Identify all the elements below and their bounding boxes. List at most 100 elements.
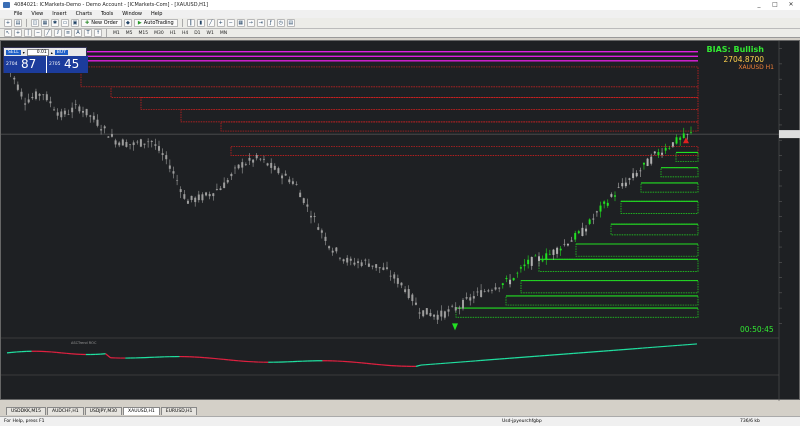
candle-body: [523, 264, 526, 267]
title-bar: 4084021: ICMarkets-Demo - Demo Account -…: [0, 0, 800, 10]
menu-help[interactable]: Help: [151, 11, 162, 17]
candle-body: [404, 289, 407, 292]
lot-up-icon[interactable]: ▴: [51, 50, 53, 55]
candle-body: [646, 158, 649, 166]
tab-eurusd-h1[interactable]: EURUSD,H1: [160, 407, 198, 415]
window-title: 4084021: ICMarkets-Demo - Demo Account -…: [14, 2, 209, 8]
menu-tools[interactable]: Tools: [101, 11, 113, 17]
zoom-out-icon[interactable]: −: [226, 19, 235, 27]
sell-button[interactable]: SELL: [6, 49, 21, 55]
fibonacci-icon[interactable]: ≡: [64, 29, 72, 37]
candle-body: [400, 282, 403, 286]
tab-xauusd-h1[interactable]: XAUUSD,H1: [123, 407, 160, 415]
templates-icon[interactable]: ▤: [286, 19, 295, 27]
status-traffic: 736/6 kb: [740, 419, 760, 424]
zoom-in-icon[interactable]: +: [216, 19, 225, 27]
candle-body: [255, 155, 258, 159]
candle-body: [158, 146, 160, 151]
candlestick-icon[interactable]: ▮: [196, 19, 205, 27]
tester-icon[interactable]: ▣: [71, 19, 79, 27]
status-help: For Help, press F1: [4, 419, 45, 424]
vertical-line-icon[interactable]: │: [24, 29, 32, 37]
timeframe-m15[interactable]: M15: [137, 31, 151, 36]
cursor-icon[interactable]: ↖: [4, 29, 12, 37]
trendline-icon[interactable]: ╱: [44, 29, 52, 37]
candle-body: [490, 290, 493, 291]
candle-body: [291, 181, 294, 184]
menu-insert[interactable]: Insert: [52, 11, 66, 17]
terminal-icon[interactable]: ▭: [61, 19, 69, 27]
candle-body: [530, 256, 533, 266]
close-button[interactable]: ✕: [784, 1, 798, 9]
arrow-icon[interactable]: ↑: [94, 29, 102, 37]
resistance-zone: [80, 66, 699, 88]
timeframe-m1[interactable]: M1: [111, 31, 122, 36]
candle-body: [244, 164, 247, 166]
candle-body: [71, 107, 74, 113]
candle-body: [205, 192, 208, 196]
autoscroll-icon[interactable]: →: [246, 19, 255, 27]
timeframe-h4[interactable]: H4: [180, 31, 190, 36]
buy-button[interactable]: BUY: [54, 49, 68, 55]
buy-price-box[interactable]: 2705 45: [46, 56, 88, 73]
tab-usdjpy-m30[interactable]: USDJPY,M30: [84, 407, 123, 415]
timeframe-h1[interactable]: H1: [168, 31, 178, 36]
sell-price-box[interactable]: 2704 87: [4, 56, 46, 73]
candle-body: [295, 184, 298, 185]
tab-usddkk-m15[interactable]: USDDKK,M15: [6, 407, 47, 415]
candle-body: [545, 253, 548, 260]
market-watch-icon[interactable]: ◫: [31, 19, 39, 27]
crosshair-icon[interactable]: +: [14, 29, 22, 37]
candle-body: [592, 218, 595, 220]
data-window-icon[interactable]: ▦: [41, 19, 49, 27]
candle-body: [302, 198, 305, 203]
candle-body: [208, 194, 211, 197]
profiles-icon[interactable]: ▤: [14, 19, 22, 27]
timeframe-m5[interactable]: M5: [124, 31, 135, 36]
new-order-button[interactable]: ✚ New Order: [81, 19, 122, 27]
tab-audchf-h1[interactable]: AUDCHF,H1: [47, 407, 84, 415]
horizontal-line-icon[interactable]: ─: [34, 29, 42, 37]
candle-body: [411, 294, 414, 302]
support-zone: [505, 295, 699, 306]
tile-icon[interactable]: ▦: [236, 19, 245, 27]
bar-chart-icon[interactable]: ┃: [186, 19, 195, 27]
lot-down-icon[interactable]: ▾: [23, 50, 25, 55]
navigator-icon[interactable]: ✱: [51, 19, 59, 27]
indicators-icon[interactable]: ƒ: [266, 19, 275, 27]
candle-body: [480, 290, 483, 297]
resistance-zone: [140, 97, 699, 111]
timeframe-m30[interactable]: M30: [152, 31, 166, 36]
candle-body: [313, 216, 316, 217]
candle-body: [371, 265, 374, 267]
menu-charts[interactable]: Charts: [76, 11, 92, 17]
minimize-button[interactable]: _: [752, 1, 766, 9]
candle-body: [121, 139, 124, 146]
line-chart-icon[interactable]: ╱: [206, 19, 215, 27]
candle-body: [422, 310, 425, 317]
timeframe-mn[interactable]: MN: [218, 31, 229, 36]
timeframe-d1[interactable]: D1: [192, 31, 202, 36]
metaeditor-icon[interactable]: ◆: [123, 19, 132, 27]
autotrading-button[interactable]: ▶ AutoTrading: [133, 19, 178, 27]
chart-shift-icon[interactable]: ⇥: [256, 19, 265, 27]
candle-body: [556, 247, 559, 254]
new-chart-icon[interactable]: +: [4, 19, 12, 27]
maximize-button[interactable]: □: [768, 1, 782, 9]
periods-icon[interactable]: ◷: [276, 19, 285, 27]
resistance-zone: [180, 109, 699, 123]
chart-window[interactable]: ASCTrend ROC: [0, 40, 800, 426]
text-icon[interactable]: A: [74, 29, 82, 37]
channel-icon[interactable]: ⫽: [54, 29, 62, 37]
menu-view[interactable]: View: [31, 11, 43, 17]
support-zone: [640, 182, 699, 193]
price-chart[interactable]: ASCTrend ROC: [1, 41, 800, 426]
candle-body: [606, 202, 609, 206]
label-icon[interactable]: T: [84, 29, 92, 37]
lot-size-input[interactable]: 0.01: [26, 48, 49, 56]
menu-file[interactable]: File: [14, 11, 22, 17]
menu-window[interactable]: Window: [122, 11, 142, 17]
timeframe-w1[interactable]: W1: [205, 31, 216, 36]
candle-body: [172, 171, 175, 174]
buy-price-prefix: 2705: [49, 62, 61, 67]
